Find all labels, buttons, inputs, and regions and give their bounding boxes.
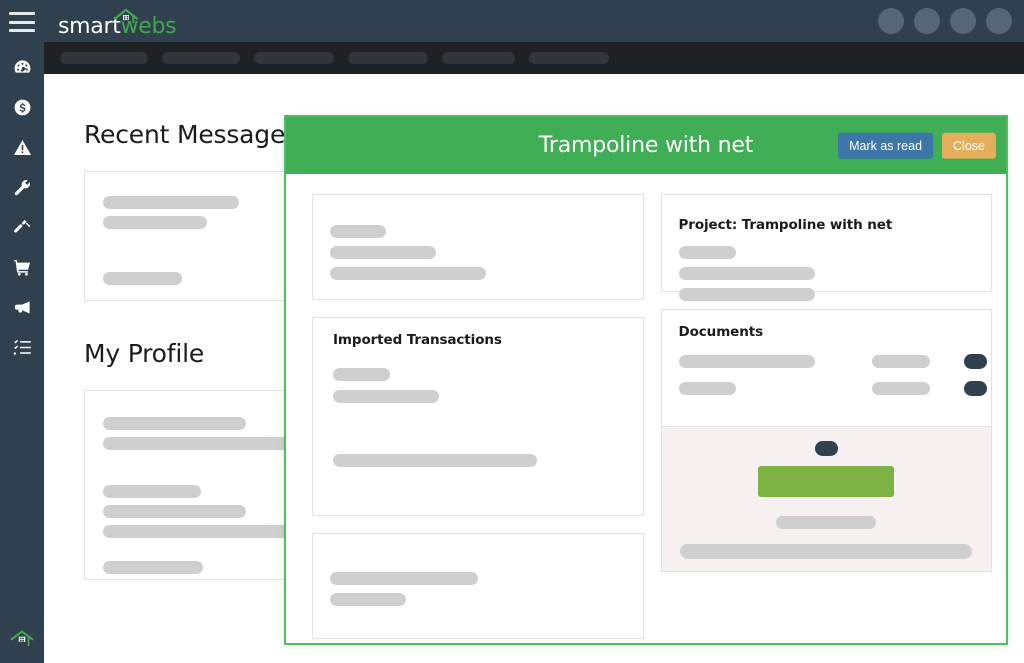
nav-item-6[interactable] xyxy=(529,52,609,64)
sidebar-nav xyxy=(0,50,44,369)
skeleton-bar xyxy=(680,544,973,559)
hammer-icon xyxy=(13,218,32,242)
skeleton-bar xyxy=(871,355,930,368)
header-circle-4[interactable] xyxy=(986,8,1012,34)
modal-footer-card xyxy=(312,533,644,639)
skeleton-bar xyxy=(330,225,386,238)
message-detail-modal: Trampoline with net Mark as read Close I… xyxy=(284,115,1008,645)
modal-right-column: Project: Trampoline with net Documents xyxy=(660,194,992,643)
skeleton-bar xyxy=(678,267,815,280)
wrench-icon xyxy=(13,178,32,202)
nav-item-1[interactable] xyxy=(60,52,148,64)
skeleton-bar xyxy=(103,417,246,430)
skeleton-bar xyxy=(776,516,877,529)
hamburger-line xyxy=(9,20,35,24)
skeleton-bar xyxy=(103,216,207,229)
modal-body: Imported Transactions Project: Trampolin… xyxy=(286,174,1006,643)
nav-item-2[interactable] xyxy=(162,52,240,64)
sidebar-item-accounting[interactable] xyxy=(0,90,44,129)
skeleton-bar xyxy=(103,437,303,450)
documents-card: Documents xyxy=(660,309,992,572)
modal-left-column: Imported Transactions xyxy=(312,194,644,643)
skeleton-bar xyxy=(333,368,390,381)
skeleton-bar xyxy=(330,267,486,280)
skeleton-bar xyxy=(333,454,537,467)
sidebar xyxy=(0,0,44,663)
sidebar-item-tasks[interactable] xyxy=(0,330,44,369)
status-pill[interactable] xyxy=(963,354,987,369)
skeleton-bar xyxy=(103,505,246,518)
documents-row[interactable] xyxy=(678,354,992,369)
documents-row-list xyxy=(678,354,992,396)
header-circle-3[interactable] xyxy=(950,8,976,34)
sidebar-item-store[interactable] xyxy=(0,250,44,289)
sidebar-item-architectural[interactable] xyxy=(0,210,44,249)
sidebar-item-announcements[interactable] xyxy=(0,290,44,329)
close-button[interactable]: Close xyxy=(942,132,996,159)
skeleton-bar xyxy=(103,485,201,498)
header-circle-2[interactable] xyxy=(914,8,940,34)
app-window: smartwebs Recent Messages My Profile Tra… xyxy=(0,0,1024,663)
nav-item-3[interactable] xyxy=(254,52,334,64)
project-card: Project: Trampoline with net xyxy=(660,194,992,301)
modal-title: Trampoline with net xyxy=(538,133,754,158)
modal-header: Trampoline with net Mark as read Close xyxy=(286,117,1006,174)
skeleton-bar xyxy=(678,288,815,301)
skeleton-bar xyxy=(103,561,203,574)
skeleton-bar xyxy=(333,390,439,403)
skeleton-bar xyxy=(103,196,239,209)
panel-status-pill[interactable] xyxy=(814,441,838,456)
main-navigation-bar xyxy=(44,42,1024,74)
documents-card-top: Documents xyxy=(661,310,992,426)
checklist-icon xyxy=(13,338,32,362)
header-circle-1[interactable] xyxy=(878,8,904,34)
skeleton-bar xyxy=(103,525,303,538)
hamburger-menu-icon[interactable] xyxy=(9,12,35,32)
modal-action-group: Mark as read Close xyxy=(838,132,996,159)
skeleton-bar xyxy=(871,382,930,395)
skeleton-bar xyxy=(678,246,736,259)
top-header-bar: smartwebs xyxy=(44,0,1024,42)
skeleton-bar xyxy=(103,272,182,285)
primary-action-button[interactable] xyxy=(758,466,895,497)
shopping-cart-icon xyxy=(13,258,32,282)
smartwebs-house-logo-icon xyxy=(0,621,44,655)
skeleton-bar xyxy=(330,593,406,606)
mark-as-read-button[interactable]: Mark as read xyxy=(838,132,934,159)
sidebar-item-dashboard[interactable] xyxy=(0,50,44,89)
megaphone-icon xyxy=(13,298,32,322)
imported-transactions-heading: Imported Transactions xyxy=(333,332,502,348)
documents-preview-panel xyxy=(661,426,991,571)
nav-item-5[interactable] xyxy=(442,52,515,64)
project-heading: Project: Trampoline with net xyxy=(678,217,893,233)
documents-row[interactable] xyxy=(678,381,992,396)
documents-heading: Documents xyxy=(678,324,764,340)
header-icon-group xyxy=(878,8,1012,34)
dollar-coin-icon xyxy=(13,98,32,122)
dashboard-gauge-icon xyxy=(13,58,32,82)
house-roof-icon xyxy=(111,7,141,28)
brand-logo[interactable]: smartwebs xyxy=(58,4,177,38)
hamburger-line xyxy=(9,12,35,15)
sidebar-item-maintenance[interactable] xyxy=(0,170,44,209)
nav-item-4[interactable] xyxy=(348,52,428,64)
skeleton-bar xyxy=(678,382,736,395)
warning-triangle-icon xyxy=(13,138,32,162)
status-pill[interactable] xyxy=(963,381,987,396)
skeleton-bar xyxy=(330,246,436,259)
skeleton-bar xyxy=(678,355,815,368)
hamburger-line xyxy=(9,29,35,32)
skeleton-bar xyxy=(330,572,478,585)
summary-card xyxy=(312,194,644,300)
sidebar-item-violations[interactable] xyxy=(0,130,44,169)
imported-transactions-card: Imported Transactions xyxy=(312,317,644,516)
